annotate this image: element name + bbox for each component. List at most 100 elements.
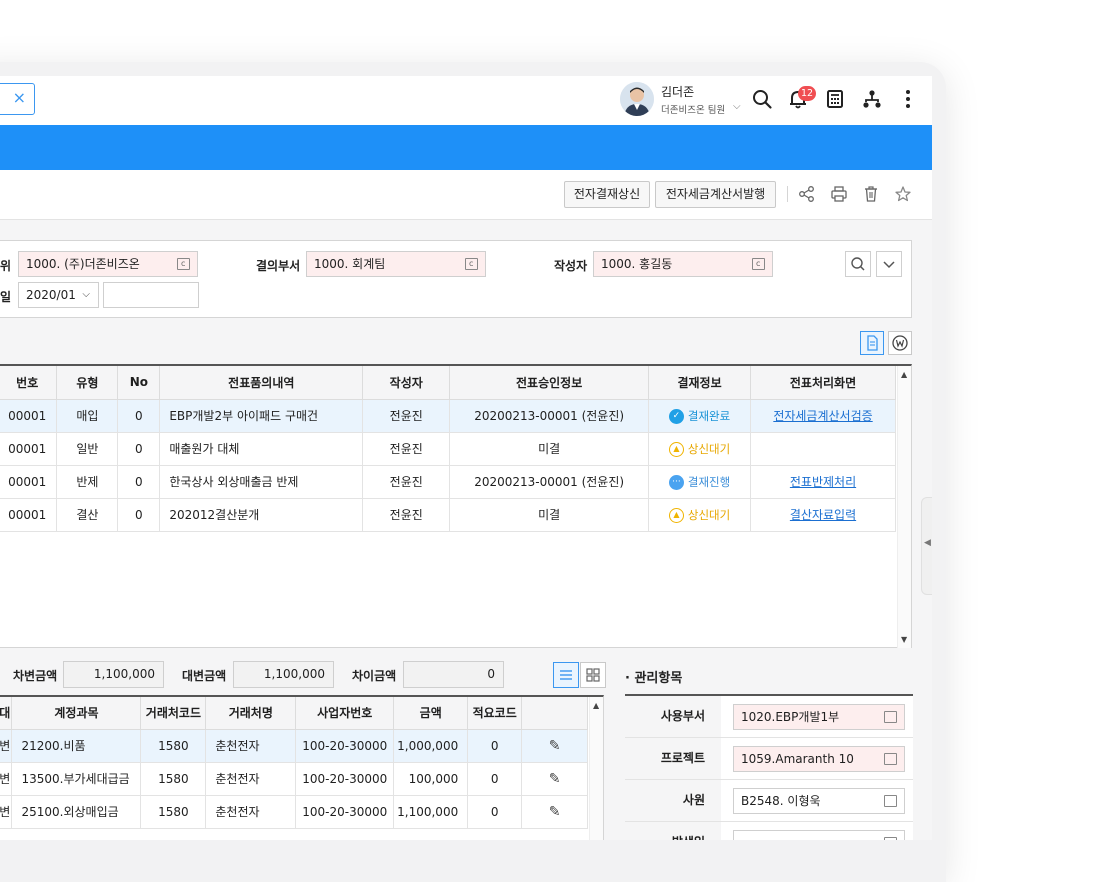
chevron-left-icon: ◀	[924, 538, 931, 548]
col-header[interactable]: 전표품의내역	[159, 366, 364, 400]
credit-label: 대변금액	[182, 669, 227, 683]
writer-field[interactable]: 1000. 홍길동	[593, 251, 773, 277]
chevron-down-icon[interactable]: ⌵	[733, 101, 741, 112]
cell-account: 13500.부가세대급금	[11, 762, 142, 796]
cell-status: ▲ 상신대기	[648, 498, 752, 532]
tab-close-icon[interactable]: ×	[13, 88, 26, 107]
notification-badge: 12	[798, 86, 817, 101]
date-value: 2020/01	[26, 288, 76, 302]
project-field[interactable]: 1059.Amaranth 10	[733, 746, 905, 772]
search-icon	[851, 257, 865, 271]
diff-value: 0	[403, 661, 504, 688]
col-header[interactable]: 전표처리화면	[750, 366, 896, 400]
table-row[interactable]: 00001 결산 0 202012결산분개 전윤진 미결 ▲ 상신대기 결산자료입…	[0, 498, 896, 532]
col-header[interactable]: 전표승인정보	[449, 366, 650, 400]
code-help-icon[interactable]	[177, 252, 190, 276]
cell-dc: 변	[0, 729, 13, 763]
col-header[interactable]: No	[117, 366, 161, 400]
use-dept-field[interactable]: 1020.EBP개발1부	[733, 704, 905, 730]
code-help-icon[interactable]	[752, 252, 765, 276]
cell-desc: EBP개발2부 아이패드 구매건	[159, 399, 364, 433]
scroll-up-icon[interactable]: ▲	[901, 370, 907, 379]
field-value: 1059.Amaranth 10	[741, 752, 854, 766]
action-link[interactable]: 결산자료입력	[790, 508, 856, 522]
tax-invoice-issue-button[interactable]: 전자세금계산서발행	[655, 181, 776, 208]
cell-writer: 전윤진	[362, 465, 451, 499]
open-tab[interactable]: ×	[0, 83, 35, 115]
employee-field[interactable]: B2548. 이형욱	[733, 788, 905, 814]
grid-icon	[586, 668, 600, 682]
vertical-scrollbar[interactable]: ▲ ▼	[897, 366, 911, 648]
table-row[interactable]: 변 25100.외상매입금 1580 춘천전자 100-20-30000 1,1…	[0, 795, 588, 829]
date-select[interactable]: 2020/01 ⌵	[18, 282, 99, 308]
approval-submit-button[interactable]: 전자결재상신	[564, 181, 650, 208]
cell-action: 전자세금계산서검증	[750, 399, 896, 433]
cell-no: 0	[117, 465, 161, 499]
avatar[interactable]	[620, 82, 654, 116]
grid-view-toggle[interactable]	[580, 662, 606, 688]
cell-code: 1580	[140, 762, 207, 796]
table-row[interactable]: 변 21200.비품 1580 춘천전자 100-20-30000 1,000,…	[0, 729, 588, 763]
vertical-scrollbar[interactable]: ▲	[589, 697, 603, 840]
management-title: · 관리항목	[625, 671, 683, 686]
cell-writer: 전윤진	[362, 498, 451, 532]
date-extra-input[interactable]	[103, 282, 199, 308]
unit-label: 위	[0, 259, 12, 273]
list-view-toggle[interactable]	[553, 662, 579, 688]
trash-icon[interactable]	[862, 185, 880, 203]
table-row[interactable]: 00001 반제 0 한국상사 외상매출금 반제 전윤진 20200213-00…	[0, 465, 896, 499]
side-panel-handle[interactable]: ◀	[921, 497, 932, 595]
expand-button[interactable]	[876, 251, 902, 277]
pencil-icon[interactable]: ✎	[549, 804, 561, 820]
table-row[interactable]: 00001 일반 0 매출원가 대체 전윤진 미결 ▲ 상신대기	[0, 432, 896, 466]
scroll-down-icon[interactable]: ▼	[901, 635, 907, 644]
org-chart-icon[interactable]	[861, 88, 883, 110]
search-icon[interactable]	[751, 88, 773, 110]
more-vertical-icon[interactable]	[897, 88, 919, 110]
col-header[interactable]: 대	[0, 697, 13, 730]
col-header[interactable]: 결재정보	[648, 366, 752, 400]
action-link[interactable]: 전자세금계산서검증	[773, 409, 872, 423]
col-header[interactable]: 적요코드	[467, 697, 523, 730]
progress-dots-icon: ···	[668, 474, 684, 490]
unit-field[interactable]: 1000. (주)더존비즈온	[18, 251, 198, 277]
w-view-toggle[interactable]	[888, 331, 912, 355]
document-view-toggle[interactable]	[860, 331, 884, 355]
table-row[interactable]: 00001 매입 0 EBP개발2부 아이패드 구매건 전윤진 20200213…	[0, 399, 896, 433]
management-row: 사원 B2548. 이형욱	[625, 780, 913, 822]
cell-type: 매입	[56, 399, 119, 433]
code-help-icon[interactable]	[884, 753, 897, 765]
action-bar	[0, 170, 932, 220]
col-header[interactable]: 번호	[0, 366, 58, 400]
management-row: 사용부서 1020.EBP개발1부	[625, 696, 913, 738]
col-header[interactable]: 계정과목	[11, 697, 142, 730]
search-button[interactable]	[845, 251, 871, 277]
star-icon[interactable]	[894, 185, 912, 203]
code-help-icon[interactable]	[884, 795, 897, 807]
calculator-icon[interactable]	[824, 88, 846, 110]
action-link[interactable]: 전표반제처리	[790, 475, 856, 489]
code-help-icon[interactable]	[465, 252, 478, 276]
cell-desc: 한국상사 외상매출금 반제	[159, 465, 364, 499]
title-bar	[0, 125, 932, 170]
dept-field[interactable]: 1000. 회계팀	[306, 251, 486, 277]
share-icon[interactable]	[798, 185, 816, 203]
table-row[interactable]: 변 13500.부가세대급금 1580 춘천전자 100-20-30000 10…	[0, 762, 588, 796]
print-icon[interactable]	[830, 185, 848, 203]
col-header[interactable]: 거래처명	[205, 697, 297, 730]
app-screen: × 김더존 더존비즈온 팀원 ⌵ 12 전자결재상신 전자세금계산서발행 위 1…	[0, 0, 932, 840]
col-header[interactable]: 작성자	[362, 366, 451, 400]
col-header[interactable]: 사업자번호	[295, 697, 395, 730]
occurrence-date-field[interactable]	[733, 830, 905, 840]
pencil-icon[interactable]: ✎	[549, 771, 561, 787]
col-header[interactable]: 유형	[56, 366, 119, 400]
col-header[interactable]: 거래처코드	[140, 697, 207, 730]
pencil-icon[interactable]: ✎	[549, 738, 561, 754]
scroll-up-icon[interactable]: ▲	[593, 701, 599, 710]
cell-num: 00001	[0, 465, 58, 499]
user-dept[interactable]: 더존비즈온 팀원	[661, 102, 725, 116]
w-circle-icon	[892, 335, 908, 351]
code-help-icon[interactable]	[884, 711, 897, 723]
col-header[interactable]: 금액	[393, 697, 469, 730]
user-name[interactable]: 김더존	[661, 83, 694, 100]
